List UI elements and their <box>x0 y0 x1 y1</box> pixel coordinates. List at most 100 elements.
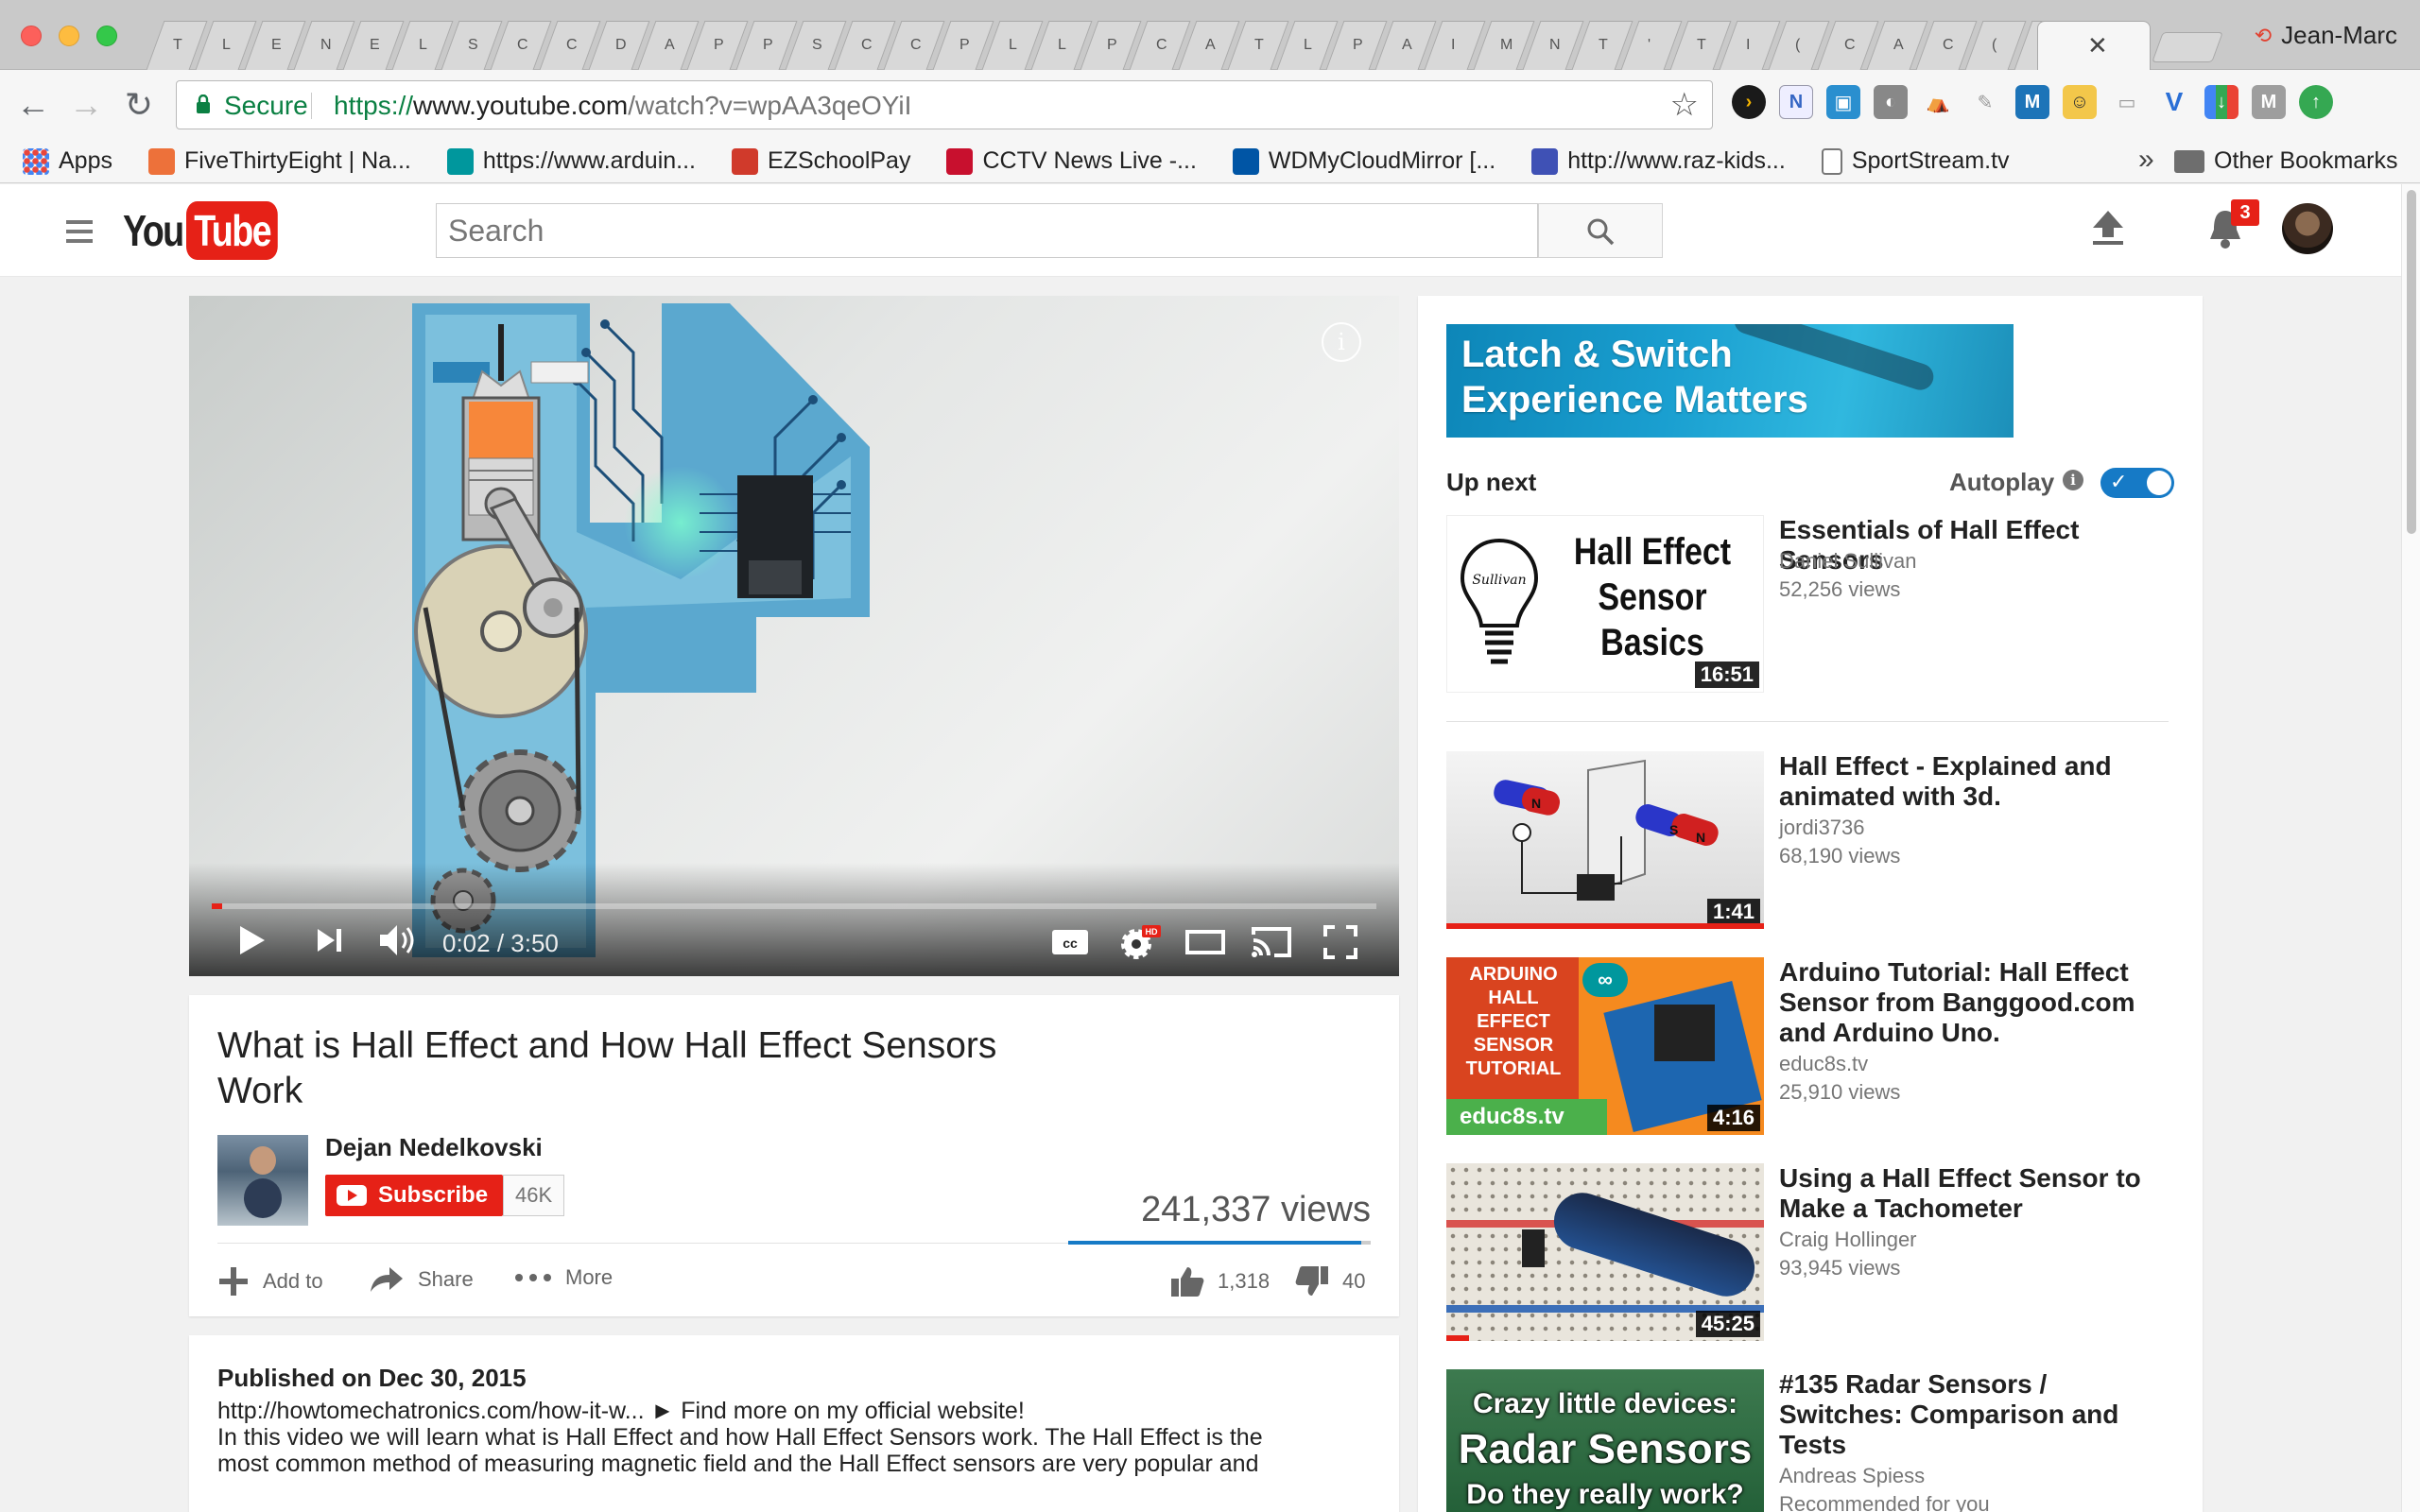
search-button[interactable] <box>1538 203 1663 258</box>
extension-gm-icon[interactable]: M <box>2252 85 2286 119</box>
bookmarks-overflow-chevron-icon[interactable]: » <box>2138 144 2154 176</box>
guide-menu-icon[interactable] <box>66 220 93 249</box>
bookmark-item[interactable]: Apps <box>23 147 112 175</box>
extension-gray-icon[interactable]: ◐ <box>1874 85 1908 119</box>
reload-icon[interactable]: ↻ <box>119 85 159 125</box>
url-text[interactable]: https://www.youtube.com/watch?v=wpAA3qeO… <box>334 91 911 121</box>
more-actions-button[interactable]: More <box>514 1265 613 1290</box>
thumb-line: Crazy little devices: <box>1472 1388 1738 1419</box>
video-thumbnail[interactable]: 45:25 <box>1446 1163 1764 1341</box>
volume-icon[interactable] <box>378 923 418 957</box>
description-line: In this video we will learn what is Hall… <box>217 1424 1263 1451</box>
tab-favicon-letter: P <box>763 37 773 53</box>
recommended-video[interactable]: N S N 1:41 Hall Effect - Explained and a… <box>1446 751 2184 931</box>
tab-favicon-letter: T <box>1697 37 1706 53</box>
thumbs-up-icon <box>1171 1267 1204 1297</box>
page-scrollbar[interactable] <box>2401 184 2420 1512</box>
more-dots-icon <box>515 1274 551 1281</box>
profile-icon: ⟲ <box>2254 23 2273 47</box>
scrollbar-thumb[interactable] <box>2407 190 2416 534</box>
description-line[interactable]: http://howtomechatronics.com/how-it-w...… <box>217 1398 1352 1424</box>
other-bookmarks-folder[interactable]: Other Bookmarks <box>2174 147 2398 175</box>
add-to-button[interactable]: Add to <box>217 1265 323 1297</box>
video-thumbnail[interactable]: Crazy little devices: Radar Sensors Do t… <box>1446 1369 1764 1512</box>
extension-circle-icon[interactable]: › <box>1732 85 1766 119</box>
bookmark-item[interactable]: https://www.arduin... <box>446 147 696 175</box>
next-icon[interactable] <box>316 927 344 954</box>
upload-icon[interactable] <box>2091 209 2125 247</box>
cast-icon[interactable] <box>1250 925 1293 959</box>
other-bookmarks-label: Other Bookmarks <box>2214 147 2398 174</box>
recommended-title[interactable]: Hall Effect - Explained and animated wit… <box>1779 751 2176 812</box>
close-tab-icon[interactable]: ✕ <box>2087 31 2108 60</box>
subscribe-label: Subscribe <box>378 1182 489 1208</box>
video-thumbnail[interactable]: ARDUINO HALL EFFECT SENSOR TUTORIAL ∞ ed… <box>1446 957 1764 1135</box>
extension-tent-icon[interactable]: ⛺ <box>1921 85 1955 119</box>
profile-name: Jean-Marc <box>2281 21 2397 49</box>
recommended-title[interactable]: Arduino Tutorial: Hall Effect Sensor fro… <box>1779 957 2176 1048</box>
recommended-video[interactable]: Crazy little devices: Radar Sensors Do t… <box>1446 1369 2184 1512</box>
extension-n-icon[interactable]: N <box>1779 85 1813 119</box>
captions-icon[interactable]: cc <box>1051 929 1089 955</box>
ad-banner[interactable]: Latch & Switch Experience Matters <box>1446 324 2014 438</box>
extension-face-icon[interactable]: ☺ <box>2063 85 2097 119</box>
channel-avatar[interactable] <box>217 1135 308 1226</box>
autoplay-info-icon[interactable]: i <box>2063 470 2083 490</box>
search-input[interactable] <box>437 204 1537 257</box>
bookmark-item[interactable]: SportStream.tv <box>1821 147 2010 175</box>
subscribe-button[interactable]: Subscribe <box>325 1175 504 1216</box>
autoplay-toggle[interactable]: ✓ <box>2100 468 2174 498</box>
recommended-views: 25,910 views <box>1779 1080 1901 1104</box>
new-tab-button[interactable] <box>2152 32 2223 62</box>
bookmark-item[interactable]: FiveThirtyEight | Na... <box>147 147 411 175</box>
window-maximize-button[interactable] <box>96 26 117 46</box>
bookmark-item[interactable]: http://www.raz-kids... <box>1531 147 1786 175</box>
bookmark-star-icon[interactable]: ☆ <box>1670 86 1699 124</box>
extension-v-icon[interactable]: V <box>2157 85 2191 119</box>
bookmark-item[interactable]: CCTV News Live -... <box>946 147 1197 175</box>
tab-favicon-letter: T <box>1599 37 1608 53</box>
watched-progress <box>1446 1335 1469 1341</box>
extension-google-icon[interactable]: ↓ <box>2204 85 2238 119</box>
video-thumbnail[interactable]: Sullivan Hall Effect Sensor Basics 16:51 <box>1446 515 1764 693</box>
bookmark-label: CCTV News Live -... <box>982 147 1197 174</box>
account-avatar[interactable] <box>2282 203 2333 254</box>
like-button[interactable]: 1,318 <box>1170 1265 1270 1297</box>
recommended-video[interactable]: 45:25 Using a Hall Effect Sensor to Make… <box>1446 1163 2184 1343</box>
video-thumbnail[interactable]: N S N 1:41 <box>1446 751 1764 929</box>
recommended-title[interactable]: Using a Hall Effect Sensor to Make a Tac… <box>1779 1163 2176 1224</box>
recommended-video[interactable]: ARDUINO HALL EFFECT SENSOR TUTORIAL ∞ ed… <box>1446 957 2184 1137</box>
bookmark-item[interactable]: EZSchoolPay <box>732 147 910 175</box>
video-info-icon[interactable]: i <box>1322 322 1361 362</box>
forward-arrow-icon[interactable]: → <box>66 85 106 125</box>
extension-screen-icon[interactable]: ▣ <box>1826 85 1860 119</box>
extension-chat-icon[interactable]: ▭ <box>2110 85 2144 119</box>
settings-gear-icon[interactable]: HD <box>1119 923 1161 961</box>
profile-button[interactable]: ⟲ Jean-Marc <box>2255 21 2397 50</box>
back-arrow-icon[interactable]: ← <box>13 85 53 125</box>
recommended-video[interactable]: Sullivan Hall Effect Sensor Basics 16:51… <box>1446 515 2184 695</box>
theater-mode-icon[interactable] <box>1185 929 1225 955</box>
dislike-button[interactable]: 40 <box>1295 1265 1365 1297</box>
active-tab[interactable]: ✕ <box>2037 21 2151 70</box>
youtube-logo[interactable]: You Tube <box>123 201 299 260</box>
progress-bar[interactable] <box>212 903 1376 909</box>
extension-eraser-icon[interactable]: ✎ <box>1968 85 2002 119</box>
share-label: Share <box>418 1267 474 1291</box>
channel-name[interactable]: Dejan Nedelkovski <box>325 1133 543 1162</box>
plus-icon <box>219 1267 248 1296</box>
bookmark-label: EZSchoolPay <box>768 147 911 174</box>
recommended-title[interactable]: #135 Radar Sensors / Switches: Compariso… <box>1779 1369 2176 1460</box>
share-button[interactable]: Share <box>369 1265 474 1294</box>
window-minimize-button[interactable] <box>59 26 79 46</box>
tab-favicon-letter: L <box>419 37 427 53</box>
video-player[interactable]: i 0:02 / 3:50 cc HD <box>189 296 1399 976</box>
bookmark-item[interactable]: WDMyCloudMirror [... <box>1232 147 1495 175</box>
update-arrow-icon[interactable]: ↑ <box>2299 85 2333 119</box>
extension-m-icon[interactable]: M <box>2015 85 2049 119</box>
play-icon[interactable] <box>238 925 267 955</box>
window-close-button[interactable] <box>21 26 42 46</box>
address-bar[interactable]: Secure https://www.youtube.com/watch?v=w… <box>176 80 1713 129</box>
browser-tab-strip: TLENELSCCDAPPSCCPLLPCATLPAIMNT'TI(CAC((A… <box>0 0 2420 70</box>
fullscreen-icon[interactable] <box>1323 925 1357 959</box>
